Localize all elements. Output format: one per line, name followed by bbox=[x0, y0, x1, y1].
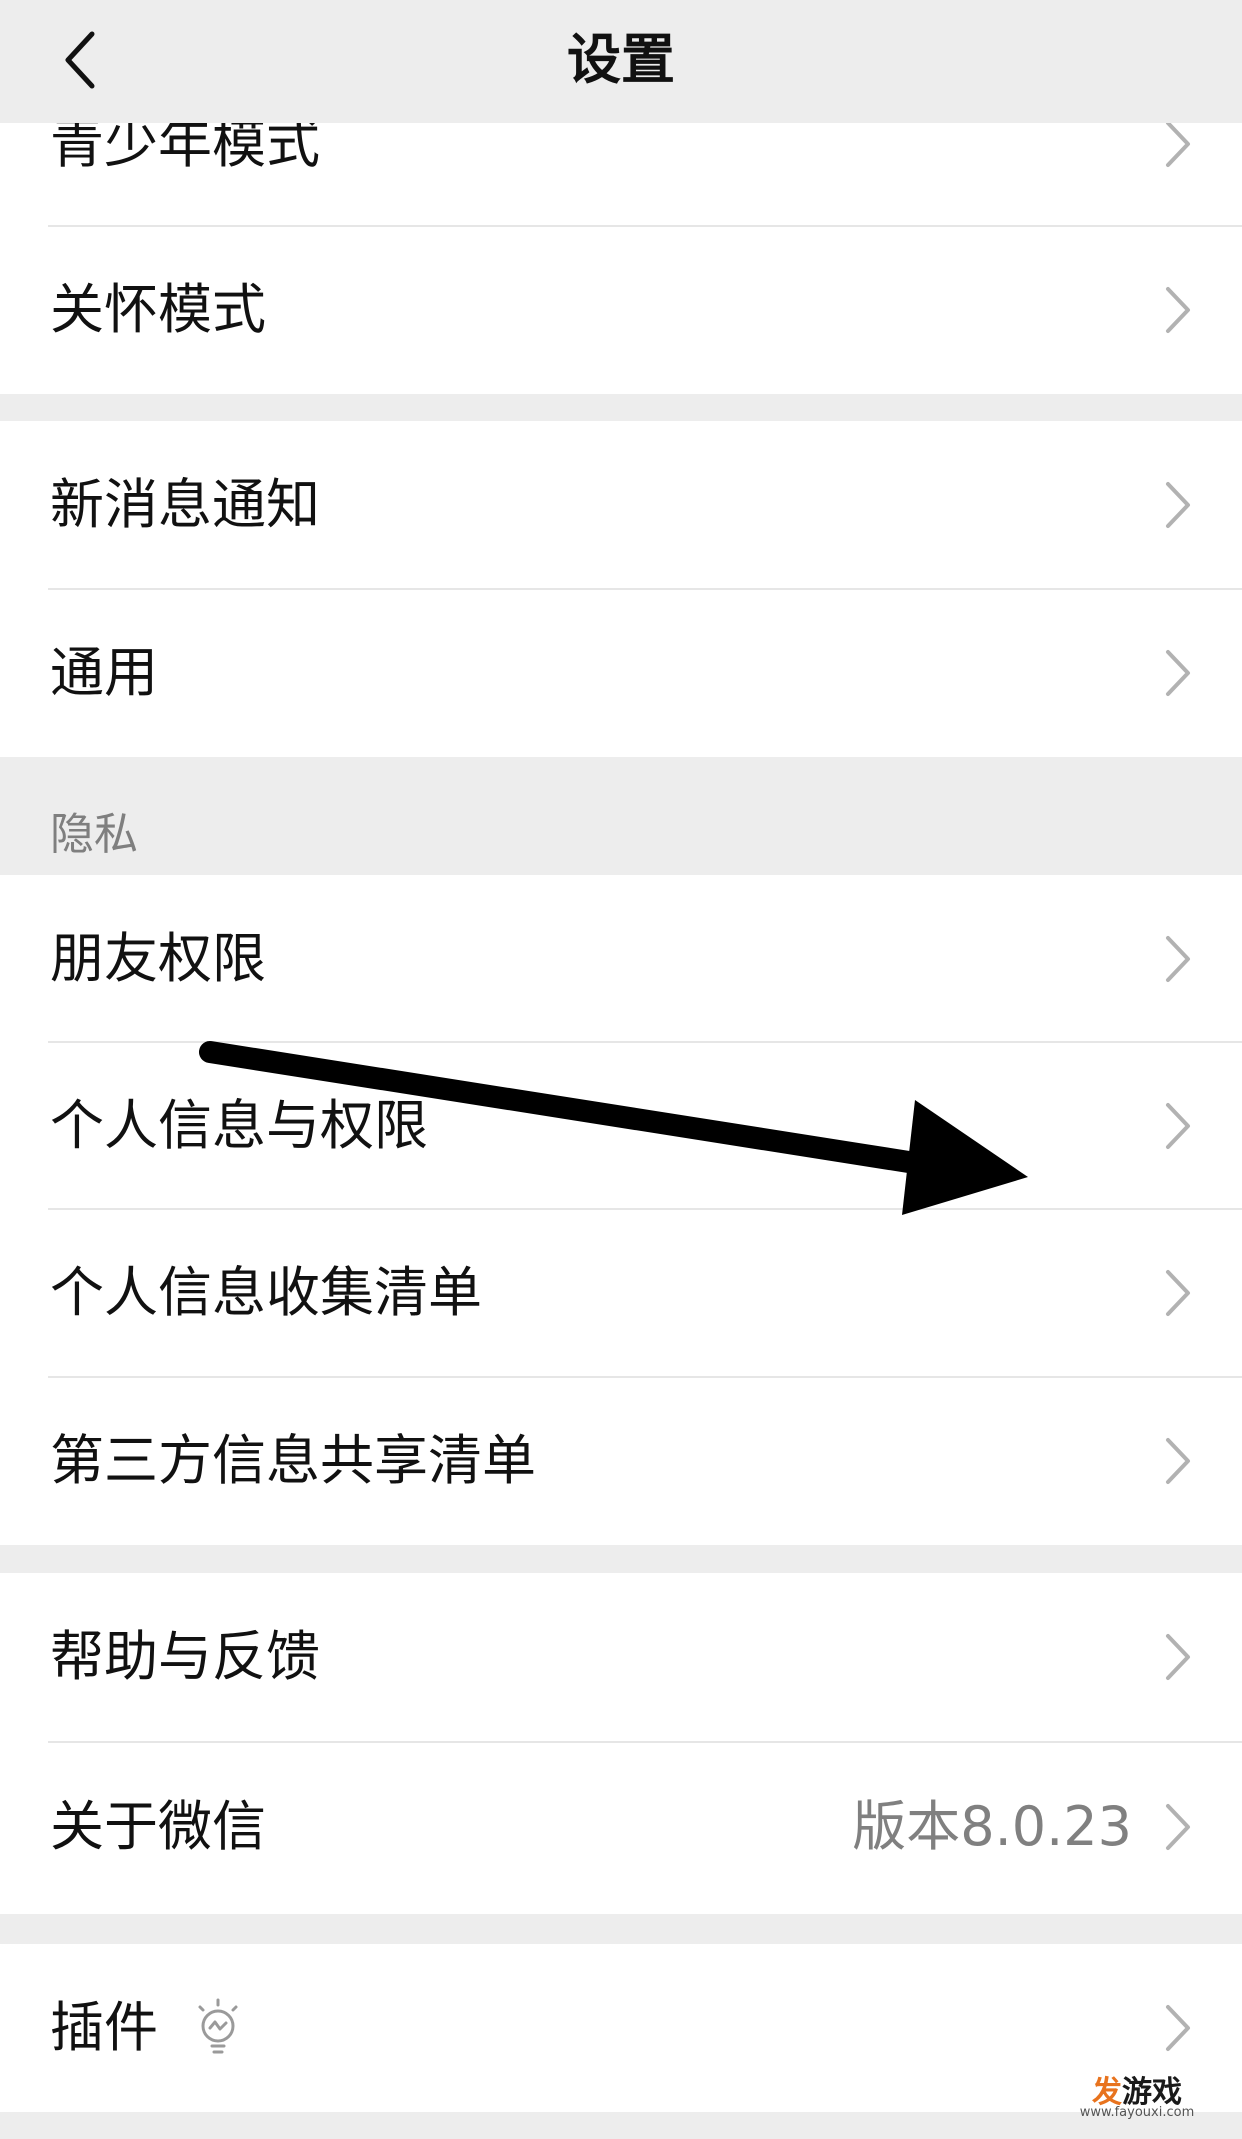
chevron-right-icon bbox=[1166, 1270, 1190, 1316]
settings-item-about-wechat[interactable]: 关于微信 版本8.0.23 bbox=[0, 1743, 1242, 1911]
chevron-right-icon bbox=[1166, 1804, 1190, 1850]
chevron-left-icon bbox=[65, 31, 95, 89]
group-about: 帮助与反馈 关于微信 版本8.0.23 bbox=[0, 1573, 1242, 1914]
chevron-right-icon bbox=[1166, 936, 1190, 982]
chevron-right-icon bbox=[1166, 2005, 1190, 2051]
settings-item-label: 新消息通知 bbox=[50, 473, 320, 536]
group-general: 新消息通知 通用 bbox=[0, 421, 1242, 757]
settings-item-label: 关于微信 bbox=[50, 1795, 266, 1858]
settings-item-friend-permissions[interactable]: 朋友权限 bbox=[0, 875, 1242, 1043]
settings-item-label: 通用 bbox=[50, 641, 158, 704]
watermark-url: www.fayouxi.com bbox=[1079, 2105, 1195, 2120]
group-privacy: 朋友权限 个人信息与权限 个人信息收集清单 第三方信息共享清单 bbox=[0, 875, 1242, 1545]
chevron-right-icon bbox=[1166, 482, 1190, 528]
back-button[interactable] bbox=[30, 15, 130, 105]
page-title: 设置 bbox=[567, 28, 675, 91]
chevron-right-icon bbox=[1166, 1634, 1190, 1680]
settings-item-help-feedback[interactable]: 帮助与反馈 bbox=[0, 1573, 1242, 1741]
chevron-right-icon bbox=[1166, 287, 1190, 333]
settings-item-care-mode[interactable]: 关怀模式 bbox=[0, 226, 1242, 394]
settings-item-label: 个人信息与权限 bbox=[50, 1094, 428, 1157]
settings-item-label: 朋友权限 bbox=[50, 927, 266, 990]
chevron-right-icon bbox=[1166, 121, 1190, 167]
settings-item-new-message-notification[interactable]: 新消息通知 bbox=[0, 421, 1242, 589]
settings-item-label: 帮助与反馈 bbox=[50, 1625, 320, 1688]
settings-item-label: 个人信息收集清单 bbox=[50, 1261, 482, 1324]
settings-list: 青少年模式 关怀模式 新消息通知 通用 隐私 朋友权限 个人信息与权限 个人信息… bbox=[0, 0, 1242, 2139]
settings-item-label: 插件 bbox=[50, 1996, 158, 2059]
settings-item-label: 第三方信息共享清单 bbox=[50, 1429, 536, 1492]
lightbulb-icon bbox=[198, 1998, 238, 2054]
settings-item-third-party-sharing[interactable]: 第三方信息共享清单 bbox=[0, 1377, 1242, 1545]
watermark-logo: 发游戏 www.fayouxi.com bbox=[1052, 2067, 1222, 2127]
chevron-right-icon bbox=[1166, 1103, 1190, 1149]
chevron-right-icon bbox=[1166, 1438, 1190, 1484]
nav-header: 设置 bbox=[0, 0, 1242, 123]
version-value: 版本8.0.23 bbox=[852, 1795, 1132, 1858]
settings-item-label: 关怀模式 bbox=[50, 278, 266, 341]
settings-item-general[interactable]: 通用 bbox=[0, 589, 1242, 757]
settings-item-personal-info-permissions[interactable]: 个人信息与权限 bbox=[0, 1042, 1242, 1210]
section-header-privacy: 隐私 bbox=[50, 809, 138, 860]
chevron-right-icon bbox=[1166, 650, 1190, 696]
settings-item-personal-info-collection[interactable]: 个人信息收集清单 bbox=[0, 1209, 1242, 1377]
